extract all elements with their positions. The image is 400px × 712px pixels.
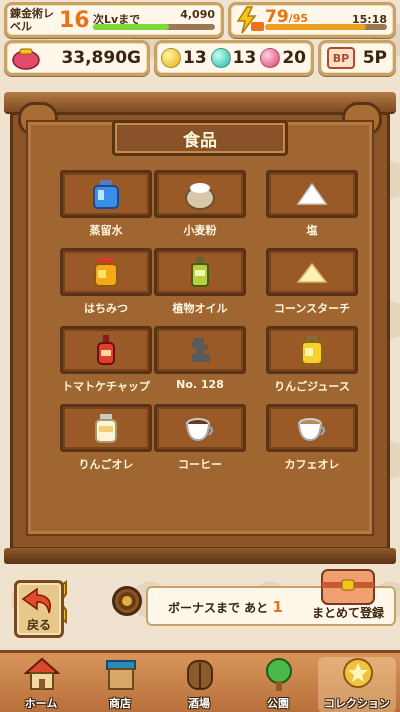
back-arrow-icon xyxy=(21,587,51,614)
stamina-bar xyxy=(265,24,387,30)
item-slot[interactable] xyxy=(154,170,246,218)
item-name: カフェオレ xyxy=(284,458,340,471)
ketchup-bottle-icon xyxy=(97,335,115,365)
cornstarch-pile-icon xyxy=(296,262,328,283)
nav-item[interactable]: 商店 xyxy=(81,657,159,712)
gold-amount: 33,890G xyxy=(61,48,141,68)
item-name: 小麦粉 xyxy=(183,224,217,237)
cabinet-top xyxy=(4,92,396,114)
apple-juice-bottle-icon xyxy=(301,336,323,365)
oil-bottle-icon xyxy=(191,257,209,287)
level-panel: 錬金術レベル 16 次Lvまで 4,090 xyxy=(4,2,224,38)
unknown-silhouette-icon xyxy=(192,338,210,362)
item-slot[interactable] xyxy=(154,404,246,452)
exp-panel: 次Lvまで 4,090 xyxy=(89,5,221,35)
coffee-cup-icon xyxy=(186,418,213,442)
item-slot[interactable] xyxy=(60,170,152,218)
item-slot[interactable] xyxy=(60,248,152,296)
nav-item-label: 商店 xyxy=(109,697,131,710)
item-slot[interactable] xyxy=(266,404,358,452)
item-name: コーンスターチ xyxy=(273,302,351,315)
bonus-label: ボーナスまで あと xyxy=(168,601,269,615)
collection-cabinet: 食品 蒸留水 小麦粉塩はちみつ 植物オイル コーンスターチ トマトケチャップ No. 12… xyxy=(4,92,396,624)
orb-panel[interactable]: 13 13 20 xyxy=(154,40,314,76)
collection-medal-icon xyxy=(343,658,373,688)
page-dot[interactable] xyxy=(112,586,142,616)
item-slot[interactable] xyxy=(154,248,246,296)
flour-sack-icon xyxy=(185,183,215,210)
bp-badge-icon: BP xyxy=(327,47,355,69)
apple-milk-bottle-icon xyxy=(95,414,117,443)
item-slot[interactable] xyxy=(266,170,358,218)
nav-item-label: 酒場 xyxy=(188,697,210,710)
item-name: No. 128 xyxy=(176,378,224,391)
stamina-values: 79/95 15:18 xyxy=(265,5,393,35)
level-label: 錬金術レベル xyxy=(10,7,54,33)
status-row: 錬金術レベル 16 次Lvまで 4,090 79/95 15:18 xyxy=(4,2,396,38)
bottom-nav: ホーム 商店 酒場 公園 コレクション xyxy=(0,650,400,712)
category-title: 食品 xyxy=(112,120,288,156)
nav-item-label: ホーム xyxy=(24,697,58,710)
nav-item[interactable]: 公園 xyxy=(239,657,317,712)
exp-bar-fill xyxy=(93,24,169,30)
bonus-count: 1 xyxy=(272,598,283,616)
purse-icon xyxy=(12,48,40,70)
yellow-orb-count: 13 xyxy=(183,48,207,68)
honey-jar-icon xyxy=(94,258,118,287)
level-number: 16 xyxy=(59,7,90,33)
bp-panel[interactable]: BP 5P xyxy=(318,40,396,76)
exp-bar xyxy=(93,24,215,30)
nav-item[interactable]: 酒場 xyxy=(160,657,238,712)
cabinet-base xyxy=(4,548,396,564)
nav-item-label: 公園 xyxy=(267,697,289,710)
stamina-bar-fill xyxy=(265,24,367,30)
back-button[interactable]: 戻る xyxy=(14,580,64,638)
home-house-icon xyxy=(24,657,60,690)
park-tree-icon xyxy=(266,658,292,691)
currency-row: 33,890G 13 13 20 BP 5P xyxy=(4,40,396,76)
nav-item[interactable]: ホーム xyxy=(2,657,80,712)
item-name: りんごジュース xyxy=(274,380,350,393)
item-slot[interactable] xyxy=(60,326,152,374)
item-slot[interactable] xyxy=(60,404,152,452)
yellow-orb-icon xyxy=(161,48,181,68)
nav-item-label: コレクション xyxy=(324,697,390,710)
lightning-stamina-icon xyxy=(236,6,264,34)
stamina-panel[interactable]: 79/95 15:18 xyxy=(228,2,396,38)
back-button-label: 戻る xyxy=(26,618,51,632)
item-name: コーヒー xyxy=(178,458,222,471)
tavern-door-icon xyxy=(187,660,213,690)
teal-orb-icon xyxy=(210,48,231,68)
next-level-value: 4,090 xyxy=(180,8,215,21)
nav-item[interactable]: コレクション xyxy=(318,657,396,712)
bonus-text: ボーナスまで あと 1 xyxy=(168,598,283,616)
gold-panel[interactable]: 33,890G xyxy=(4,40,150,76)
cafe-au-lait-cup-icon xyxy=(298,418,325,442)
item-slot[interactable] xyxy=(266,248,358,296)
salt-pile-icon xyxy=(296,182,328,205)
item-name: 植物オイル xyxy=(172,302,228,315)
shop-stall-icon xyxy=(106,660,136,690)
bulk-register-label: まとめて登録 xyxy=(311,606,384,620)
item-slot[interactable] xyxy=(154,326,246,374)
item-name: 塩 xyxy=(306,224,318,237)
item-slot[interactable] xyxy=(266,326,358,374)
pink-orb-count: 20 xyxy=(282,48,307,68)
teal-orb-count: 13 xyxy=(232,48,257,68)
pink-orb-icon xyxy=(260,48,281,68)
blue-water-bottle-icon xyxy=(93,180,119,209)
bp-value: 5P xyxy=(362,48,387,68)
